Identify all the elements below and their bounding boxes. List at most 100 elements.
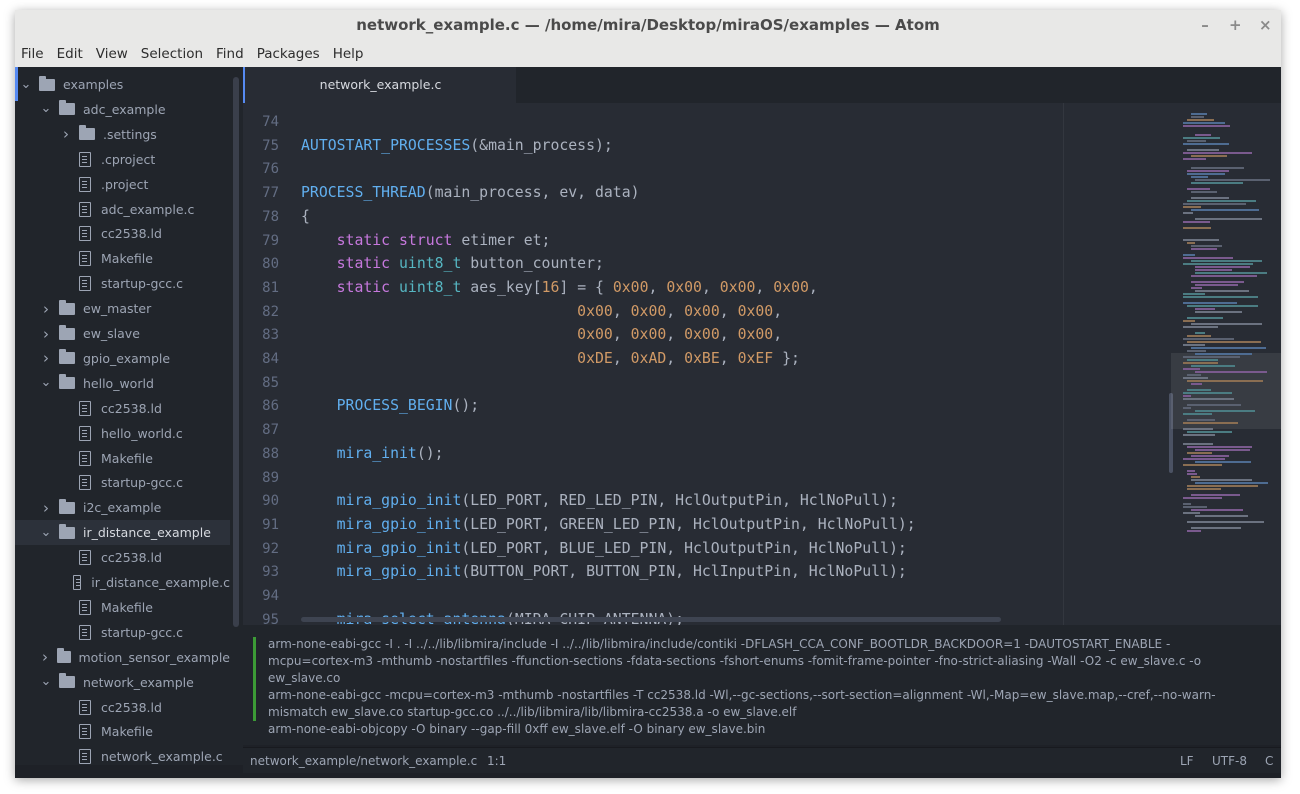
tree-file[interactable]: network_example.c xyxy=(15,744,230,765)
code-line[interactable]: mira_gpio_init(LED_PORT, RED_LED_PIN, Hc… xyxy=(301,489,898,513)
tree-file[interactable]: cc2538.ld xyxy=(15,545,230,570)
tree-scrollbar[interactable] xyxy=(233,77,239,627)
tree-file[interactable]: Makefile xyxy=(15,246,230,271)
status-line-ending[interactable]: LF xyxy=(1180,754,1194,768)
menu-selection[interactable]: Selection xyxy=(141,46,203,62)
tree-file[interactable]: startup-gcc.c xyxy=(15,271,230,296)
chevron-down-icon[interactable]: ⌄ xyxy=(39,376,53,389)
tree-file[interactable]: cc2538.ld xyxy=(15,221,230,246)
close-button[interactable]: × xyxy=(1259,10,1272,41)
tree-folder[interactable]: › i2c_example xyxy=(15,495,230,520)
editor-horizontal-scrollbar[interactable] xyxy=(301,617,1001,622)
minimap-line xyxy=(1195,353,1252,355)
minimap[interactable] xyxy=(1171,103,1281,625)
menu-view[interactable]: View xyxy=(96,46,128,62)
code-line[interactable]: PROCESS_THREAD(main_process, ev, data) xyxy=(301,181,640,205)
chevron-down-icon[interactable]: ⌄ xyxy=(39,526,53,539)
folder-icon xyxy=(59,324,75,340)
tree-folder[interactable]: ⌄ ir_distance_example xyxy=(15,520,230,546)
file-text-icon xyxy=(79,151,91,167)
tree-folder[interactable]: ⌄ adc_example xyxy=(15,97,230,122)
tree-file[interactable]: startup-gcc.c xyxy=(15,470,230,495)
chevron-down-icon[interactable]: ⌄ xyxy=(39,675,53,688)
tree-folder[interactable]: › ew_slave xyxy=(15,321,230,346)
code-line[interactable]: 0xDE, 0xAD, 0xBE, 0xEF }; xyxy=(301,347,800,371)
line-number: 89 xyxy=(262,469,279,486)
code-line[interactable]: PROCESS_BEGIN(); xyxy=(301,394,480,418)
maximize-button[interactable]: + xyxy=(1229,10,1242,41)
minimap-line xyxy=(1191,209,1259,211)
file-text-icon xyxy=(79,425,91,441)
chevron-right-icon[interactable]: › xyxy=(39,650,51,665)
chevron-down-icon[interactable]: ⌄ xyxy=(19,78,33,91)
tree-file[interactable]: adc_example.c xyxy=(15,197,230,222)
minimize-button[interactable]: – xyxy=(1199,10,1211,41)
tree-file[interactable]: cc2538.ld xyxy=(15,695,230,720)
code-line[interactable]: static uint8_t button_counter; xyxy=(301,252,604,276)
code-line[interactable]: mira_gpio_init(LED_PORT, GREEN_LED_PIN, … xyxy=(301,513,916,537)
code-token: static xyxy=(336,231,391,249)
code-line[interactable]: static struct etimer et; xyxy=(301,229,551,253)
minimap-line xyxy=(1183,143,1229,145)
code-line[interactable]: mira_init(); xyxy=(301,442,444,466)
minimap-line xyxy=(1183,356,1240,358)
menu-edit[interactable]: Edit xyxy=(57,46,83,62)
code-line[interactable]: static uint8_t aes_key[16] = { 0x00, 0x0… xyxy=(301,276,818,300)
code-line[interactable]: AUTOSTART_PROCESSES(&main_process); xyxy=(301,134,613,158)
minimap-line xyxy=(1183,227,1211,229)
tab-network-example[interactable]: network_example.c xyxy=(243,67,516,103)
tree-file[interactable]: ir_distance_example.c xyxy=(15,570,230,595)
status-encoding[interactable]: UTF-8 xyxy=(1212,754,1247,768)
chevron-right-icon[interactable]: › xyxy=(39,500,53,515)
tree-folder[interactable]: ⌄ network_example xyxy=(15,670,230,695)
tree-item-label: cc2538.ld xyxy=(101,400,162,416)
chevron-right-icon[interactable]: › xyxy=(59,127,73,142)
status-grammar[interactable]: C xyxy=(1265,754,1273,768)
tree-file[interactable]: hello_world.c xyxy=(15,421,230,446)
tree-view: ⌄ examples ⌄ adc_example › .settings .cproject… xyxy=(15,67,243,765)
chevron-right-icon[interactable]: › xyxy=(39,326,53,341)
tree-file[interactable]: Makefile xyxy=(15,595,230,620)
tree-file[interactable]: cc2538.ld xyxy=(15,396,230,421)
tree-file[interactable]: .project xyxy=(15,172,230,197)
menu-find[interactable]: Find xyxy=(216,46,244,62)
code-line[interactable]: mira_gpio_init(LED_PORT, BLUE_LED_PIN, H… xyxy=(301,537,907,561)
code-token: 0x00 xyxy=(612,278,649,296)
code-line[interactable]: 0x00, 0x00, 0x00, 0x00, xyxy=(301,323,782,347)
code-token: 0xDE xyxy=(577,350,613,367)
tree-folder[interactable]: › .settings xyxy=(15,122,230,147)
tree-file[interactable]: .cproject xyxy=(15,147,230,172)
code-line[interactable]: { xyxy=(301,205,310,229)
menu-packages[interactable]: Packages xyxy=(257,46,320,62)
tree-folder[interactable]: › gpio_example xyxy=(15,346,230,371)
code-token: , xyxy=(666,350,685,367)
tree-item-label: cc2538.ld xyxy=(101,226,162,242)
tree-file[interactable]: startup-gcc.c xyxy=(15,620,230,645)
code-line[interactable]: mira_gpio_init(BUTTON_PORT, BUTTON_PIN, … xyxy=(301,560,907,584)
code-token: mira_gpio_init xyxy=(336,563,462,581)
code-token: , xyxy=(648,278,667,296)
tree-file[interactable]: Makefile xyxy=(15,446,230,471)
menu-file[interactable]: File xyxy=(21,46,44,62)
text-editor[interactable]: 74 75 76 77 78 79 80 81 82 83 84 85 86 87 88 89 90 91 92 93… xyxy=(243,103,1281,625)
tree-folder[interactable]: › motion_sensor_example xyxy=(15,645,230,670)
window-title: network_example.c — /home/mira/Desktop/m… xyxy=(356,16,940,34)
code-token: (LED_PORT, GREEN_LED_PIN, HclOutputPin, … xyxy=(461,515,916,533)
status-file-path[interactable]: network_example/network_example.c xyxy=(250,754,477,768)
code-token: 0x00 xyxy=(737,302,774,320)
tree-folder[interactable]: › ew_master xyxy=(15,296,230,321)
status-cursor-position[interactable]: 1:1 xyxy=(487,754,506,768)
tree-folder[interactable]: ⌄ examples xyxy=(15,72,230,97)
chevron-right-icon[interactable]: › xyxy=(39,301,53,316)
minimap-line xyxy=(1183,464,1222,466)
chevron-right-icon[interactable]: › xyxy=(39,351,53,366)
code-line[interactable]: 0x00, 0x00, 0x00, 0x00, xyxy=(301,300,782,324)
tree-file[interactable]: Makefile xyxy=(15,719,230,744)
menu-help[interactable]: Help xyxy=(333,46,364,62)
chevron-down-icon[interactable]: ⌄ xyxy=(39,102,53,115)
minimap-line xyxy=(1183,398,1234,400)
tree-folder[interactable]: ⌄ hello_world xyxy=(15,371,230,396)
